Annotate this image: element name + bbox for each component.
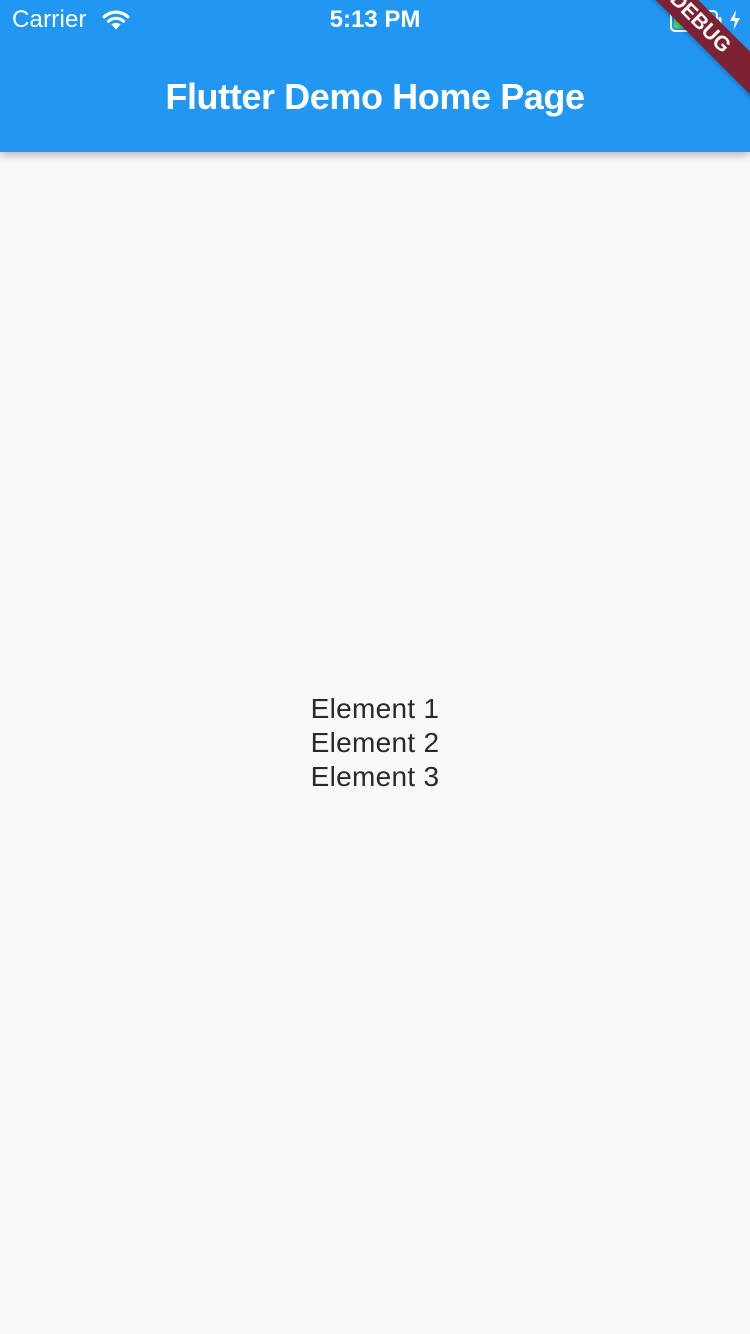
list-item: Element 3 (310, 761, 440, 792)
charging-bolt-icon (730, 10, 740, 30)
app-bar: Carrier 5:13 PM Flutter Demo Home Page (0, 0, 750, 152)
list-item: Element 1 (310, 693, 440, 724)
content-area: Element 1 Element 2 Element 3 (0, 152, 750, 1334)
status-time: 5:13 PM (329, 6, 421, 33)
page-title: Flutter Demo Home Page (165, 76, 585, 117)
list-item: Element 2 (310, 727, 440, 758)
app-screen: Carrier 5:13 PM Flutter Demo Home Page D… (0, 0, 750, 1334)
status-bar: Carrier 5:13 PM (0, 0, 750, 40)
